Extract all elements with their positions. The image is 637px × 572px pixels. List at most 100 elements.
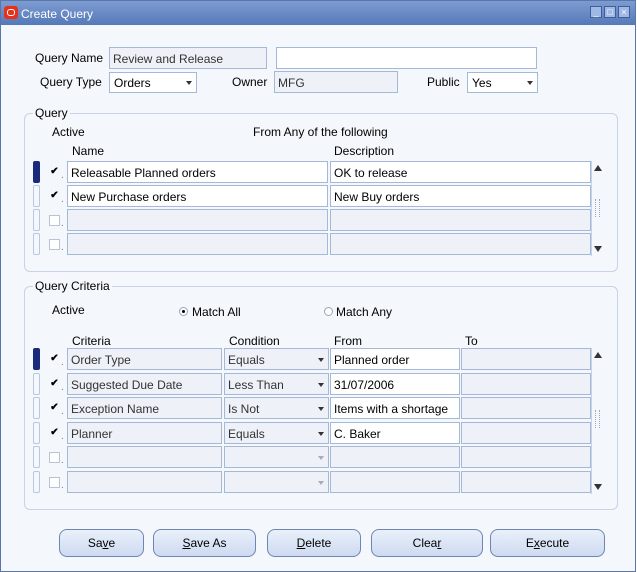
query-description-cell[interactable]: OK to release [330,161,591,183]
chevron-down-icon [318,407,324,412]
active-checkbox[interactable] [49,477,60,488]
query-description-cell[interactable] [330,233,591,255]
row-indicator[interactable] [33,446,40,469]
row-indicator[interactable] [33,421,40,444]
scroll-down-icon[interactable] [594,484,602,490]
criteria-cell[interactable] [67,471,222,493]
row-separator: . [61,242,64,253]
query-type-select[interactable]: Orders [109,72,197,93]
active-checkbox[interactable]: ✔ [49,191,60,202]
row-separator: . [61,381,64,393]
row-indicator[interactable] [33,348,40,370]
active-checkbox[interactable]: ✔ [49,427,60,439]
create-query-window: Create Query _ □ × Query Name Review and… [0,0,636,572]
criteria-cell[interactable]: Planner [67,421,222,444]
match-any-label[interactable]: Match Any [336,305,392,319]
row-indicator[interactable] [33,372,40,395]
row-separator: . [61,218,64,229]
title-bar[interactable]: Create Query _ □ × [1,1,635,25]
row-separator: . [61,170,64,181]
active-checkbox[interactable] [49,239,60,250]
from-cell[interactable]: Items with a shortage [330,397,460,420]
scroll-grip-icon[interactable] [595,199,600,217]
criteria-cell[interactable]: Exception Name [67,397,222,420]
from-cell[interactable] [330,471,460,493]
condition-select[interactable]: Equals [224,348,329,370]
chevron-down-icon [527,81,533,85]
row-indicator[interactable] [33,161,40,183]
match-all-label[interactable]: Match All [192,305,241,319]
row-indicator[interactable] [33,185,40,207]
criteria-scrollbar[interactable] [591,348,603,494]
to-cell[interactable] [461,421,591,444]
scroll-grip-icon[interactable] [595,410,600,428]
row-indicator[interactable] [33,233,40,255]
query-name-cell[interactable]: Releasable Planned orders [67,161,328,183]
active-checkbox[interactable] [49,452,60,464]
to-cell[interactable] [461,348,591,370]
query-name-label: Query Name [35,51,104,65]
row-indicator[interactable] [33,209,40,231]
execute-button[interactable]: Execute [490,529,605,557]
maximize-icon[interactable]: □ [604,6,616,18]
criteria-cell[interactable] [67,446,222,469]
col-to-header: To [465,334,478,348]
row-indicator[interactable] [33,397,40,420]
match-all-radio[interactable] [179,307,188,316]
to-cell[interactable] [461,471,591,493]
row-separator: . [61,455,64,467]
query-type-value: Orders [114,76,151,90]
scroll-up-icon[interactable] [594,352,602,358]
save-as-button[interactable]: Save As [153,529,256,557]
query-name-cell[interactable] [67,233,328,255]
owner-label: Owner [232,75,268,89]
query-scrollbar[interactable] [591,161,603,256]
query-name-cell[interactable] [67,209,328,231]
condition-value: Less Than [228,377,284,392]
query-name-field[interactable]: Review and Release [109,47,267,69]
query-description-cell[interactable]: New Buy orders [330,185,591,207]
from-cell[interactable]: 31/07/2006 [330,372,460,395]
scroll-down-icon[interactable] [594,246,602,252]
condition-select[interactable]: Equals [224,421,329,444]
condition-select[interactable] [224,446,329,469]
criteria-cell[interactable]: Suggested Due Date [67,372,222,395]
criteria-active-label: Active [52,303,85,317]
delete-button[interactable]: Delete [267,529,361,557]
oracle-logo-icon [4,6,18,19]
clear-button[interactable]: Clear [371,529,483,557]
public-label: Public [427,75,460,89]
row-indicator[interactable] [33,471,40,493]
from-cell[interactable] [330,446,460,469]
condition-select[interactable] [224,471,329,493]
close-icon[interactable]: × [618,6,630,18]
col-criteria-header: Criteria [72,334,111,348]
condition-select[interactable]: Is Not [224,397,329,420]
active-checkbox[interactable]: ✔ [49,378,60,390]
query-name-cell[interactable]: New Purchase orders [67,185,328,207]
active-checkbox[interactable] [49,215,60,226]
from-any-label: From Any of the following [253,125,388,139]
condition-value: Is Not [228,402,260,417]
active-checkbox[interactable]: ✔ [49,403,60,414]
public-select[interactable]: Yes [467,72,538,93]
query-description-cell[interactable] [330,209,591,231]
from-cell[interactable]: C. Baker [330,421,460,444]
match-any-radio[interactable] [324,307,333,316]
to-cell[interactable] [461,372,591,395]
from-cell[interactable]: Planned order [330,348,460,370]
col-name-header: Name [72,144,105,158]
active-checkbox[interactable]: ✔ [49,354,60,365]
to-cell[interactable] [461,397,591,420]
query-description-field[interactable] [276,47,537,69]
to-cell[interactable] [461,446,591,469]
query-type-label: Query Type [40,75,102,89]
minimize-icon[interactable]: _ [590,6,602,18]
condition-value: Equals [228,426,265,441]
save-button[interactable]: Save [59,529,144,557]
row-separator: . [61,480,64,491]
condition-select[interactable]: Less Than [224,372,329,395]
active-checkbox[interactable]: ✔ [49,167,60,178]
scroll-up-icon[interactable] [594,165,602,171]
criteria-cell[interactable]: Order Type [67,348,222,370]
